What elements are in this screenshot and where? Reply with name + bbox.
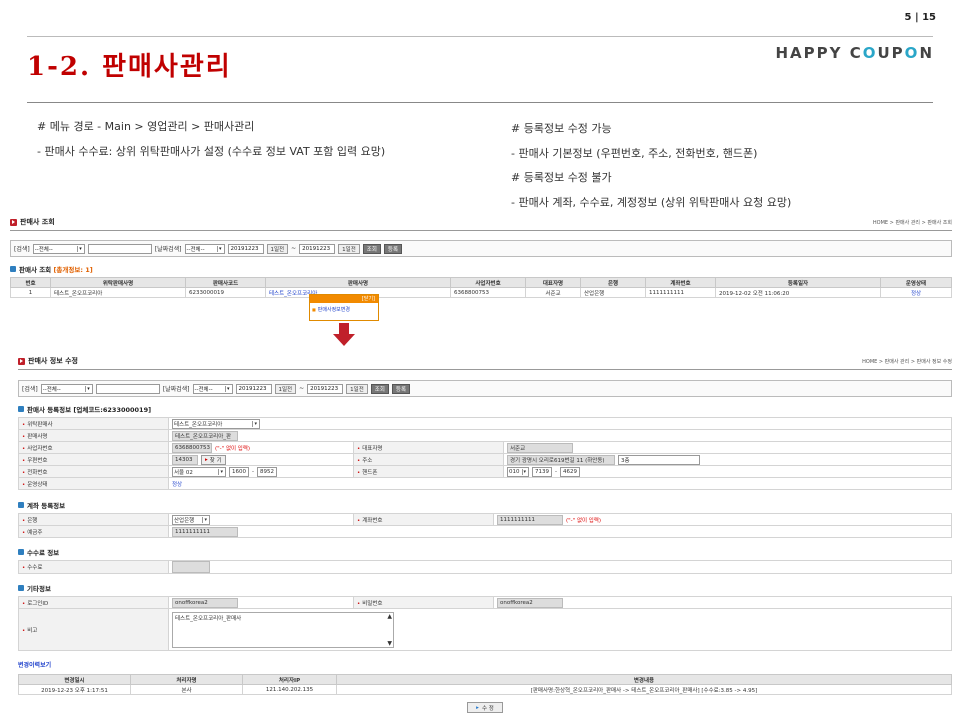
scroll-down-icon[interactable]: ▼ bbox=[387, 640, 392, 647]
note-editable: # 등록정보 수정 가능 bbox=[511, 122, 612, 135]
search-type-select[interactable]: --전체-- ▾ bbox=[40, 383, 93, 394]
address-field: 경기 광명시 오리로619번길 11 (하안동) bbox=[507, 454, 615, 465]
seller-name-field: 테스트_온오프코리아_판 bbox=[172, 430, 238, 441]
breadcrumb: HOME > 판매사 관리 > 판매사 정보 수정 bbox=[862, 358, 952, 365]
end-date-input[interactable]: 20191223 bbox=[307, 383, 344, 394]
note-editable-detail: - 판매사 기본정보 (우편번호, 주소, 전화번호, 핸드폰) bbox=[511, 147, 758, 160]
page-number: 5 | 15 bbox=[904, 12, 937, 23]
note-menu-path: # 메뉴 경로 - Main > 영업관리 > 판매사관리 bbox=[37, 120, 255, 133]
breadcrumb: HOME > 판매사 관리 > 판매사 조회 bbox=[872, 219, 952, 226]
hp-last-input[interactable]: 4629 bbox=[560, 466, 580, 477]
account-holder-field: 1111111111 bbox=[172, 526, 238, 537]
popup-edit-seller[interactable]: 판매사정보변경 bbox=[310, 303, 378, 316]
search-bar: [검색] --전체-- ▾ [날짜검색] --전체-- ▾ 20191223 1일전… bbox=[18, 380, 952, 397]
calendar-button[interactable]: 1일전 bbox=[274, 383, 297, 394]
tel-last-input[interactable]: 8952 bbox=[257, 466, 277, 477]
top-divider bbox=[27, 36, 933, 37]
memo-textarea[interactable]: 테스트_온오프코리아_판매사 ▲ ▼ bbox=[172, 611, 394, 648]
section-etc: 기타정보 bbox=[18, 583, 952, 593]
bullet-icon bbox=[10, 266, 16, 272]
note-not-editable: # 등록정보 수정 불가 bbox=[511, 171, 612, 184]
seller-table: 번호 위탁판매사명 판매사코드 판매사명 사업자번호 대표자명 은행 계좌번호 … bbox=[10, 277, 952, 298]
end-date-input[interactable]: 20191223 bbox=[299, 243, 336, 254]
start-date-input[interactable]: 20191223 bbox=[235, 383, 272, 394]
section-account: 계좌 등록정보 bbox=[18, 500, 952, 510]
password-field: onoffkorea2 bbox=[497, 597, 563, 608]
list-header: 판매사 조회 bbox=[10, 217, 55, 227]
edit-header: 판매사 정보 수정 bbox=[18, 356, 78, 366]
seller-edit-screen: 판매사 정보 수정 HOME > 판매사 관리 > 판매사 정보 수정 [검색]… bbox=[18, 355, 952, 713]
bullet-icon bbox=[18, 549, 24, 555]
biz-number-field: 6368800753 bbox=[172, 442, 212, 453]
slide-title: 1-2. 판매사관리 bbox=[27, 52, 232, 82]
register-button[interactable]: 등록 bbox=[391, 383, 411, 394]
calendar-button[interactable]: 1일전 bbox=[266, 243, 289, 254]
register-button[interactable]: 등록 bbox=[383, 243, 403, 254]
fee-form: 수수료 bbox=[18, 560, 952, 574]
arrow-icon bbox=[10, 218, 17, 226]
hp-prefix-select[interactable]: 010 ▾ bbox=[507, 466, 529, 477]
date-type-select[interactable]: --전체-- ▾ bbox=[192, 383, 233, 394]
hp-mid-input[interactable]: 7139 bbox=[532, 466, 552, 477]
zip-field: 14303 bbox=[172, 454, 198, 465]
bullet-icon bbox=[18, 502, 24, 508]
happy-coupon-logo: HAPPY COUPON bbox=[775, 44, 934, 62]
history-table: 변경일시 처리자명 처리자IP 변경내용 2019-12-23 오후 1:17:… bbox=[18, 674, 952, 695]
account-number-field: 1111111111 bbox=[497, 514, 563, 525]
login-id-field: onoffkorea2 bbox=[172, 597, 238, 608]
search-input[interactable] bbox=[95, 383, 160, 394]
table-row: 2019-12-23 오후 1:17:51 본사 121.140.202.135… bbox=[18, 684, 952, 695]
bank-select: 산업은행 ▾ bbox=[172, 514, 210, 525]
bullet-icon bbox=[18, 406, 24, 412]
status-value: 정상 bbox=[168, 477, 952, 490]
section-fee: 수수료 정보 bbox=[18, 547, 952, 557]
search-input[interactable] bbox=[87, 243, 152, 254]
popup-close[interactable]: [닫기] bbox=[310, 295, 378, 303]
table-row[interactable]: 1 테스트_온오프코리아 6233000019 테스트_온오프코리아 63688… bbox=[10, 287, 952, 298]
account-form: 은행산업은행▾계좌번호1111111111("-" 없이 입력) 예금주1111… bbox=[18, 513, 952, 538]
etc-form: 로그인IDonoffkorea2비밀번호onoffkorea2 비고테스트_온오… bbox=[18, 596, 952, 651]
search-type-select[interactable]: --전체-- ▾ bbox=[32, 243, 85, 254]
bullet-icon bbox=[18, 585, 24, 591]
calendar-button[interactable]: 1일전 bbox=[346, 383, 368, 394]
fee-field bbox=[172, 561, 210, 573]
search-button[interactable]: 조회 bbox=[370, 383, 389, 394]
note-fee: - 판매사 수수료: 상위 위탁판매사가 설정 (수수료 정보 VAT 포함 입… bbox=[37, 145, 386, 158]
arrow-icon bbox=[18, 357, 25, 365]
search-button[interactable]: 조회 bbox=[362, 243, 381, 254]
list-subtitle: 판매사 조회 [총개정보: 1] bbox=[10, 264, 952, 274]
start-date-input[interactable]: 20191223 bbox=[227, 243, 264, 254]
down-arrow-icon bbox=[333, 323, 355, 347]
table-header-row: 변경일시 처리자명 처리자IP 변경내용 bbox=[18, 674, 952, 685]
history-link[interactable]: 변경이력보기 bbox=[18, 660, 952, 669]
address-detail-input[interactable]: 3층 bbox=[618, 454, 700, 465]
date-type-select[interactable]: --전체-- ▾ bbox=[184, 243, 225, 254]
tel-mid-input[interactable]: 1600 bbox=[229, 466, 249, 477]
ceo-name-field: 서준교 bbox=[507, 442, 573, 453]
table-header-row: 번호 위탁판매사명 판매사코드 판매사명 사업자번호 대표자명 은행 계좌번호 … bbox=[10, 277, 952, 288]
context-popup: [닫기] 판매사정보변경 bbox=[309, 294, 379, 321]
title-divider bbox=[27, 102, 933, 103]
scroll-up-icon[interactable]: ▲ bbox=[387, 613, 392, 620]
note-not-editable-detail: - 판매사 계좌, 수수료, 계정정보 (상위 위탁판매사 요청 요망) bbox=[511, 196, 792, 209]
section-seller-info: 판매사 등록정보 [업체코드:6233000019] bbox=[18, 404, 952, 414]
search-bar: [검색] --전체-- ▾ [날짜검색] --전체-- ▾ 20191223 1일전… bbox=[10, 240, 952, 257]
zip-search-button[interactable]: ▸ 찾 기 bbox=[201, 454, 226, 465]
tel-area-select[interactable]: 서울 02 ▾ bbox=[172, 466, 226, 477]
consign-seller-select[interactable]: 테스트_온오프코리아 ▾ bbox=[172, 418, 260, 429]
seller-info-form: 위탁판매사테스트_온오프코리아▾ 판매사명테스트_온오프코리아_판 사업자번호6… bbox=[18, 417, 952, 490]
calendar-button[interactable]: 1일전 bbox=[338, 243, 360, 254]
modify-button[interactable]: ▸ 수 정 bbox=[467, 702, 503, 713]
seller-list-screen: 판매사 조회 HOME > 판매사 관리 > 판매사 조회 [검색] --전체-… bbox=[10, 216, 952, 298]
